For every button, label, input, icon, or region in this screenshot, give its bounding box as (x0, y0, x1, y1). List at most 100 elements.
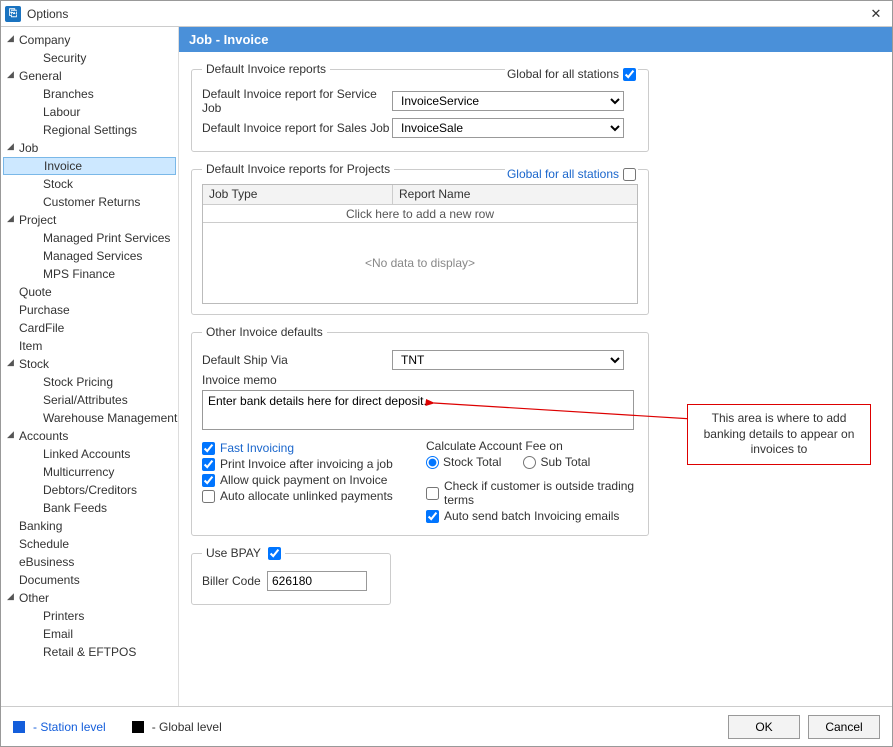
group-legend: Use BPAY (202, 546, 285, 560)
tree-stock[interactable]: Stock (3, 175, 176, 193)
tree-email[interactable]: Email (3, 625, 176, 643)
tree-purchase[interactable]: Purchase (3, 301, 176, 319)
project-reports-grid[interactable]: Job Type Report Name Click here to add a… (202, 184, 638, 304)
tree-cardfile[interactable]: CardFile (3, 319, 176, 337)
cancel-button[interactable]: Cancel (808, 715, 880, 739)
check-outside-label: Check if customer is outside trading ter… (444, 479, 638, 507)
print-after-label: Print Invoice after invoicing a job (220, 457, 393, 471)
invoice-memo-label: Invoice memo (202, 373, 277, 387)
ok-button[interactable]: OK (728, 715, 800, 739)
group-default-invoice-reports: Default Invoice reports Global for all s… (191, 62, 649, 152)
chevron-down-icon: ◢ (7, 591, 17, 601)
tree-warehouse[interactable]: Warehouse Management (3, 409, 176, 427)
allow-quick-checkbox[interactable] (202, 474, 215, 487)
col-job-type[interactable]: Job Type (203, 185, 393, 204)
tree-stock-pricing[interactable]: Stock Pricing (3, 373, 176, 391)
chevron-down-icon: ◢ (7, 429, 17, 439)
chevron-down-icon: ◢ (7, 357, 17, 367)
window-titlebar: ⎘ Options ✕ (1, 1, 892, 27)
tree-project[interactable]: ◢Project (3, 211, 176, 229)
tree-customer-returns[interactable]: Customer Returns (3, 193, 176, 211)
use-bpay-checkbox[interactable] (268, 547, 281, 560)
tree-regional[interactable]: Regional Settings (3, 121, 176, 139)
tree-company[interactable]: ◢Company (3, 31, 176, 49)
global-all-stations-checkbox[interactable] (623, 68, 636, 81)
tree-invoice[interactable]: Invoice (3, 157, 176, 175)
global-level-label: - Global level (152, 720, 222, 734)
close-button[interactable]: ✕ (864, 4, 888, 24)
global-all-stations-label: Global for all stations (507, 67, 619, 81)
tree-stock2[interactable]: ◢Stock (3, 355, 176, 373)
chevron-down-icon: ◢ (7, 69, 17, 79)
tree-bank-feeds[interactable]: Bank Feeds (3, 499, 176, 517)
service-job-report-label: Default Invoice report for Service Job (202, 87, 392, 115)
sales-job-report-select[interactable]: InvoiceSale (392, 118, 624, 138)
tree-mps-finance[interactable]: MPS Finance (3, 265, 176, 283)
tree-general[interactable]: ◢General (3, 67, 176, 85)
window-title: Options (27, 7, 864, 21)
tree-quote[interactable]: Quote (3, 283, 176, 301)
allow-quick-label: Allow quick payment on Invoice (220, 473, 387, 487)
grid-header: Job Type Report Name (203, 185, 637, 205)
sub-total-radio[interactable] (523, 456, 536, 469)
tree-schedule[interactable]: Schedule (3, 535, 176, 553)
auto-send-checkbox[interactable] (426, 510, 439, 523)
station-level-swatch (13, 721, 25, 733)
group-project-reports: Default Invoice reports for Projects Glo… (191, 162, 649, 315)
global-level-swatch (132, 721, 144, 733)
app-icon: ⎘ (5, 6, 21, 22)
chevron-down-icon: ◢ (7, 141, 17, 151)
sub-total-label: Sub Total (540, 455, 590, 469)
tree-other[interactable]: ◢Other (3, 589, 176, 607)
global-all-stations-link[interactable]: Global for all stations (507, 167, 619, 181)
ship-via-select[interactable]: TNT (392, 350, 624, 370)
dialog-footer: - Station level - Global level OK Cancel (1, 706, 892, 746)
stock-total-radio[interactable] (426, 456, 439, 469)
auto-allocate-checkbox[interactable] (202, 490, 215, 503)
page-title: Job - Invoice (179, 27, 892, 52)
biller-code-label: Biller Code (202, 574, 267, 588)
grid-nodata: <No data to display> (203, 223, 637, 303)
group-bpay: Use BPAY Biller Code (191, 546, 391, 605)
station-level-label: - Station level (33, 720, 106, 734)
biller-code-input[interactable] (267, 571, 367, 591)
tree-documents[interactable]: Documents (3, 571, 176, 589)
tree-job[interactable]: ◢Job (3, 139, 176, 157)
auto-allocate-label: Auto allocate unlinked payments (220, 489, 393, 503)
stock-total-label: Stock Total (443, 455, 501, 469)
tree-branches[interactable]: Branches (3, 85, 176, 103)
service-job-report-select[interactable]: InvoiceService (392, 91, 624, 111)
tree-security[interactable]: Security (3, 49, 176, 67)
tree-printers[interactable]: Printers (3, 607, 176, 625)
sales-job-report-label: Default Invoice report for Sales Job (202, 121, 392, 135)
tree-retail[interactable]: Retail & EFTPOS (3, 643, 176, 661)
group-other-defaults: Other Invoice defaults Default Ship Via … (191, 325, 649, 536)
grid-add-row[interactable]: Click here to add a new row (203, 205, 637, 223)
tree-managed-print[interactable]: Managed Print Services (3, 229, 176, 247)
chevron-down-icon: ◢ (7, 33, 17, 43)
calc-fee-label: Calculate Account Fee on (426, 439, 638, 453)
auto-send-label: Auto send batch Invoicing emails (444, 509, 619, 523)
ship-via-label: Default Ship Via (202, 353, 392, 367)
annotation-callout: This area is where to add banking detail… (687, 404, 871, 465)
global-all-stations-checkbox-projects[interactable] (623, 168, 636, 181)
tree-item[interactable]: Item (3, 337, 176, 355)
group-legend: Default Invoice reports (202, 62, 330, 76)
fast-invoicing-checkbox[interactable] (202, 442, 215, 455)
fast-invoicing-label: Fast Invoicing (220, 441, 294, 455)
print-after-checkbox[interactable] (202, 458, 215, 471)
tree-ebusiness[interactable]: eBusiness (3, 553, 176, 571)
invoice-memo-textarea[interactable]: Enter bank details here for direct depos… (202, 390, 634, 430)
tree-managed-services[interactable]: Managed Services (3, 247, 176, 265)
options-tree: ◢Company Security ◢General Branches Labo… (1, 27, 179, 706)
tree-accounts[interactable]: ◢Accounts (3, 427, 176, 445)
tree-multicurrency[interactable]: Multicurrency (3, 463, 176, 481)
tree-banking[interactable]: Banking (3, 517, 176, 535)
tree-debtors[interactable]: Debtors/Creditors (3, 481, 176, 499)
chevron-down-icon: ◢ (7, 213, 17, 223)
col-report-name[interactable]: Report Name (393, 185, 637, 204)
check-outside-checkbox[interactable] (426, 487, 439, 500)
tree-serial[interactable]: Serial/Attributes (3, 391, 176, 409)
tree-labour[interactable]: Labour (3, 103, 176, 121)
tree-linked-accounts[interactable]: Linked Accounts (3, 445, 176, 463)
